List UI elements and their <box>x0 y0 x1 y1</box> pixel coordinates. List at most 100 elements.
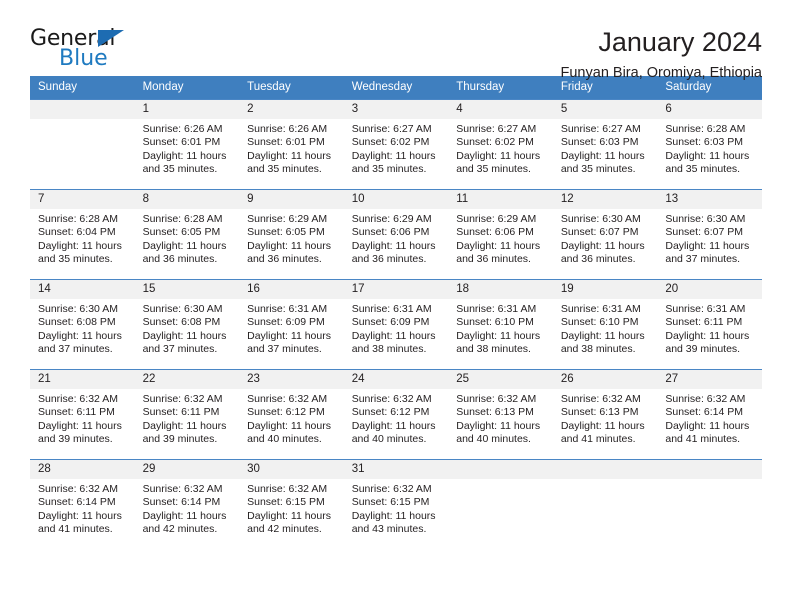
daylight-text: Daylight: 11 hours and 36 minutes. <box>456 239 541 265</box>
sunset-text: Sunset: 6:11 PM <box>142 406 220 419</box>
general-blue-logo[interactable]: General Blue <box>30 28 140 80</box>
daylight-text: Daylight: 11 hours and 39 minutes. <box>142 419 227 445</box>
sunset-text: Sunset: 6:10 PM <box>560 316 639 329</box>
calendar-day-cell[interactable]: 12 Sunrise: 6:30 AM Sunset: 6:07 PM Dayligh… <box>552 189 658 280</box>
sunset-text: Sunset: 6:03 PM <box>560 136 639 149</box>
calendar-day-cell[interactable]: 8 Sunrise: 6:28 AM Sunset: 6:05 PM Daylight… <box>134 189 240 280</box>
day-number: 4 <box>448 100 553 119</box>
calendar-day-cell[interactable]: 18 Sunrise: 6:31 AM Sunset: 6:10 PM Dayligh… <box>448 279 553 370</box>
day-details: Sunrise: 6:32 AM Sunset: 6:11 PM Daylight:… <box>30 389 135 446</box>
sunrise-text: Sunrise: 6:27 AM <box>456 123 537 135</box>
day-details: Sunrise: 6:32 AM Sunset: 6:15 PM Daylight:… <box>239 479 344 536</box>
logo-triangle-icon <box>98 30 124 47</box>
day-details: Sunrise: 6:32 AM Sunset: 6:13 PM Daylight:… <box>553 389 658 446</box>
sunrise-text: Sunrise: 6:32 AM <box>38 393 118 405</box>
calendar-week-row: 21 Sunrise: 6:32 AM Sunset: 6:11 PM Dayligh… <box>30 369 762 460</box>
calendar-day-cell-empty <box>448 459 553 550</box>
calendar-week-row: 1 Sunrise: 6:26 AM Sunset: 6:01 PM Daylight… <box>30 99 762 190</box>
calendar-day-cell[interactable]: 31 Sunrise: 6:32 AM Sunset: 6:15 PM Dayligh… <box>343 459 449 550</box>
daylight-text: Daylight: 11 hours and 35 minutes. <box>560 149 645 175</box>
calendar-body: 1 Sunrise: 6:26 AM Sunset: 6:01 PM Daylight… <box>30 99 762 550</box>
calendar-day-cell-empty <box>657 459 762 550</box>
daylight-text: Daylight: 11 hours and 38 minutes. <box>560 329 645 355</box>
weekday-header-tuesday: Tuesday <box>239 76 344 100</box>
day-number: 17 <box>343 280 449 299</box>
calendar-day-cell[interactable]: 16 Sunrise: 6:31 AM Sunset: 6:09 PM Dayligh… <box>239 279 344 370</box>
daylight-text: Daylight: 11 hours and 41 minutes. <box>665 419 750 445</box>
sunset-text: Sunset: 6:14 PM <box>142 496 221 509</box>
page-header: General Blue January 2024 Funyan Bira, O… <box>30 0 762 82</box>
day-details: Sunrise: 6:32 AM Sunset: 6:12 PM Daylight:… <box>344 389 449 446</box>
day-details: Sunrise: 6:29 AM Sunset: 6:06 PM Daylight:… <box>344 209 449 266</box>
calendar-day-cell[interactable]: 22 Sunrise: 6:32 AM Sunset: 6:11 PM Dayligh… <box>134 369 240 460</box>
day-number: 28 <box>30 460 135 479</box>
day-details: Sunrise: 6:32 AM Sunset: 6:11 PM Daylight:… <box>135 389 240 446</box>
day-number: 2 <box>239 100 344 119</box>
calendar-day-cell[interactable]: 20 Sunrise: 6:31 AM Sunset: 6:11 PM Dayligh… <box>657 279 762 370</box>
calendar-page: General Blue January 2024 Funyan Bira, O… <box>0 0 792 612</box>
calendar-day-cell[interactable]: 2 Sunrise: 6:26 AM Sunset: 6:01 PM Daylight… <box>239 99 344 190</box>
calendar-day-cell[interactable]: 19 Sunrise: 6:31 AM Sunset: 6:10 PM Dayligh… <box>552 279 658 370</box>
calendar-day-cell[interactable]: 5 Sunrise: 6:27 AM Sunset: 6:03 PM Daylight… <box>552 99 658 190</box>
sunset-text: Sunset: 6:15 PM <box>247 496 325 509</box>
calendar-day-cell[interactable]: 10 Sunrise: 6:29 AM Sunset: 6:06 PM Dayligh… <box>343 189 449 280</box>
sunrise-sunset-calendar: Sunday Monday Tuesday Wednesday Thursday Frid… <box>30 76 762 550</box>
day-number: 30 <box>239 460 344 479</box>
calendar-day-cell[interactable]: 11 Sunrise: 6:29 AM Sunset: 6:06 PM Dayligh… <box>448 189 553 280</box>
sunset-text: Sunset: 6:11 PM <box>38 406 115 419</box>
calendar-day-cell[interactable]: 7 Sunrise: 6:28 AM Sunset: 6:04 PM Daylight… <box>30 189 135 280</box>
calendar-day-cell[interactable]: 4 Sunrise: 6:27 AM Sunset: 6:02 PM Daylight… <box>448 99 553 190</box>
day-details: Sunrise: 6:26 AM Sunset: 6:01 PM Daylight:… <box>135 119 240 176</box>
calendar-day-cell[interactable]: 6 Sunrise: 6:28 AM Sunset: 6:03 PM Daylight… <box>657 99 762 190</box>
calendar-day-cell[interactable]: 13 Sunrise: 6:30 AM Sunset: 6:07 PM Dayligh… <box>657 189 762 280</box>
daylight-text: Daylight: 11 hours and 42 minutes. <box>247 509 331 535</box>
sunset-text: Sunset: 6:14 PM <box>665 406 744 419</box>
calendar-day-cell[interactable]: 23 Sunrise: 6:32 AM Sunset: 6:12 PM Dayligh… <box>239 369 344 460</box>
day-details: Sunrise: 6:32 AM Sunset: 6:12 PM Daylight:… <box>239 389 344 446</box>
day-details: Sunrise: 6:30 AM Sunset: 6:07 PM Daylight:… <box>657 209 762 266</box>
calendar-day-cell[interactable]: 14 Sunrise: 6:30 AM Sunset: 6:08 PM Dayligh… <box>30 279 135 370</box>
calendar-day-cell[interactable]: 27 Sunrise: 6:32 AM Sunset: 6:14 PM Dayligh… <box>657 369 762 460</box>
day-details: Sunrise: 6:31 AM Sunset: 6:09 PM Daylight:… <box>344 299 449 356</box>
calendar-day-cell-empty <box>30 99 135 190</box>
sunrise-text: Sunrise: 6:28 AM <box>38 213 118 225</box>
sunrise-text: Sunrise: 6:29 AM <box>351 213 432 225</box>
daylight-text: Daylight: 11 hours and 42 minutes. <box>142 509 227 535</box>
sunrise-text: Sunrise: 6:31 AM <box>560 303 641 315</box>
calendar-day-cell[interactable]: 21 Sunrise: 6:32 AM Sunset: 6:11 PM Dayligh… <box>30 369 135 460</box>
sunset-text: Sunset: 6:06 PM <box>351 226 430 239</box>
day-number: 31 <box>343 460 449 479</box>
calendar-day-cell[interactable]: 15 Sunrise: 6:30 AM Sunset: 6:08 PM Dayligh… <box>134 279 240 370</box>
day-number: 8 <box>134 190 240 209</box>
day-number: 24 <box>343 370 449 389</box>
day-number: 12 <box>552 190 658 209</box>
day-details: Sunrise: 6:29 AM Sunset: 6:05 PM Daylight:… <box>239 209 344 266</box>
calendar-day-cell[interactable]: 1 Sunrise: 6:26 AM Sunset: 6:01 PM Daylight… <box>134 99 240 190</box>
calendar-day-cell[interactable]: 28 Sunrise: 6:32 AM Sunset: 6:14 PM Dayligh… <box>30 459 135 550</box>
sunset-text: Sunset: 6:01 PM <box>142 136 221 149</box>
calendar-day-cell[interactable]: 24 Sunrise: 6:32 AM Sunset: 6:12 PM Dayligh… <box>343 369 449 460</box>
daylight-text: Daylight: 11 hours and 37 minutes. <box>142 329 227 355</box>
sunset-text: Sunset: 6:07 PM <box>560 226 639 239</box>
sunset-text: Sunset: 6:09 PM <box>247 316 325 329</box>
sunset-text: Sunset: 6:02 PM <box>456 136 534 149</box>
daylight-text: Daylight: 11 hours and 39 minutes. <box>38 419 122 445</box>
day-number: 22 <box>134 370 240 389</box>
calendar-day-cell[interactable]: 17 Sunrise: 6:31 AM Sunset: 6:09 PM Dayligh… <box>343 279 449 370</box>
day-details: Sunrise: 6:31 AM Sunset: 6:10 PM Daylight:… <box>448 299 553 356</box>
day-details: Sunrise: 6:32 AM Sunset: 6:13 PM Daylight:… <box>448 389 553 446</box>
sunrise-text: Sunrise: 6:32 AM <box>456 393 537 405</box>
calendar-day-cell[interactable]: 3 Sunrise: 6:27 AM Sunset: 6:02 PM Daylight… <box>343 99 449 190</box>
day-number <box>552 460 658 479</box>
calendar-day-cell[interactable]: 9 Sunrise: 6:29 AM Sunset: 6:05 PM Daylight… <box>239 189 344 280</box>
sunrise-text: Sunrise: 6:32 AM <box>247 393 328 405</box>
sunrise-text: Sunrise: 6:30 AM <box>560 213 641 225</box>
day-number <box>657 460 762 479</box>
daylight-text: Daylight: 11 hours and 39 minutes. <box>665 329 750 355</box>
calendar-day-cell[interactable]: 29 Sunrise: 6:32 AM Sunset: 6:14 PM Dayligh… <box>134 459 240 550</box>
calendar-day-cell-empty <box>552 459 658 550</box>
calendar-day-cell[interactable]: 26 Sunrise: 6:32 AM Sunset: 6:13 PM Dayligh… <box>552 369 658 460</box>
sunrise-text: Sunrise: 6:32 AM <box>38 483 118 495</box>
calendar-day-cell[interactable]: 30 Sunrise: 6:32 AM Sunset: 6:15 PM Dayligh… <box>239 459 344 550</box>
calendar-day-cell[interactable]: 25 Sunrise: 6:32 AM Sunset: 6:13 PM Dayligh… <box>448 369 553 460</box>
